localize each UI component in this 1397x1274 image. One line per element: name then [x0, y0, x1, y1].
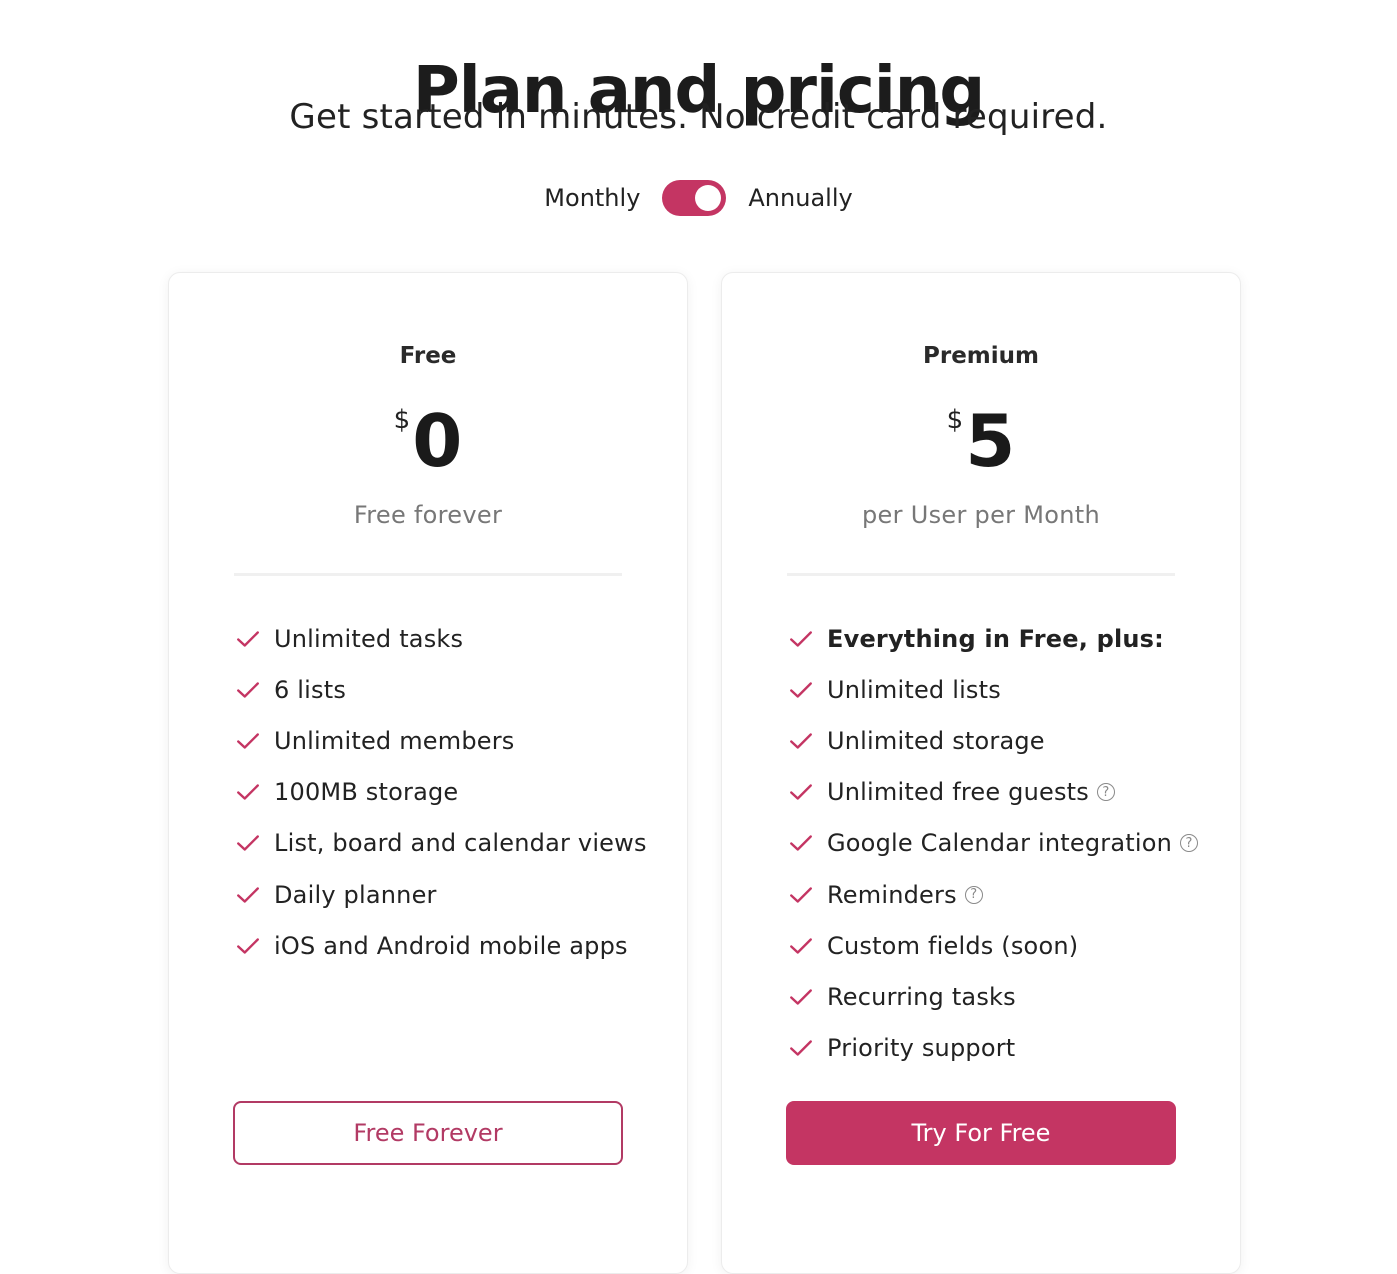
check-icon	[790, 938, 812, 954]
feature-text: Reminders	[827, 880, 957, 909]
check-icon	[790, 733, 812, 749]
feature-text: Unlimited members	[274, 726, 515, 755]
price-amount: 0	[412, 399, 463, 483]
check-icon	[237, 835, 259, 852]
feature-item: Recurring tasks	[788, 971, 1198, 1022]
check-icon	[237, 733, 259, 749]
feature-item: 6 lists	[235, 664, 647, 715]
feature-text: Unlimited tasks	[274, 624, 464, 653]
free-forever-button[interactable]: Free Forever	[233, 1101, 623, 1165]
billing-period-toggle[interactable]	[662, 180, 727, 216]
feature-item: Google Calendar integration?	[788, 818, 1199, 869]
check-icon	[790, 989, 812, 1005]
feature-item: iOS and Android mobile apps	[235, 920, 647, 971]
feature-item: Unlimited members	[235, 715, 647, 766]
feature-text: Custom fields (soon)	[827, 931, 1079, 960]
check-icon	[237, 886, 259, 903]
feature-text: 6 lists	[274, 675, 347, 704]
feature-list: Everything in Free, plus: Unlimited lists…	[788, 613, 1199, 1074]
feature-item: Daily planner	[235, 869, 647, 920]
feature-item: 100MB storage	[235, 767, 647, 818]
plan-card-premium: Premium $ 5 per User per Month Everythin…	[721, 272, 1241, 1274]
plan-price: $ 5	[722, 393, 1240, 489]
check-icon	[790, 1040, 812, 1056]
feature-item: Unlimited lists	[788, 664, 1198, 715]
feature-item: Unlimited free guests?	[788, 767, 1198, 818]
check-icon	[237, 938, 259, 954]
check-icon	[237, 682, 259, 698]
feature-text: Unlimited free guests	[827, 778, 1089, 807]
check-icon	[237, 784, 259, 800]
monthly-label[interactable]: Monthly	[544, 178, 640, 218]
feature-text: List, board and calendar views	[274, 829, 647, 858]
divider	[234, 573, 622, 576]
price-period: per User per Month	[862, 501, 1100, 529]
help-circle-icon[interactable]: ?	[964, 885, 983, 904]
feature-list: Unlimited tasks 6 lists Unlimited members 1…	[235, 613, 647, 971]
divider	[787, 573, 1175, 576]
price-amount: 5	[965, 399, 1016, 483]
billing-period-toggle-group: Monthly Annually	[0, 178, 1397, 218]
feature-item: List, board and calendar views	[235, 818, 647, 869]
feature-text: 100MB storage	[274, 778, 459, 807]
currency-symbol: $	[393, 405, 411, 435]
feature-text: Everything in Free, plus:	[827, 624, 1164, 653]
check-icon	[790, 630, 812, 647]
feature-item: Everything in Free, plus:	[788, 613, 1198, 664]
feature-text: Unlimited storage	[827, 726, 1045, 755]
feature-text: Unlimited lists	[827, 675, 1001, 704]
check-icon	[790, 682, 812, 698]
feature-item: Unlimited tasks	[235, 613, 647, 664]
price-period: Free forever	[353, 501, 503, 529]
help-circle-icon[interactable]: ?	[1180, 834, 1199, 853]
check-icon	[790, 784, 812, 800]
annually-label[interactable]: Annually	[748, 178, 852, 218]
feature-text: Google Calendar integration	[827, 829, 1173, 858]
help-circle-icon[interactable]: ?	[1096, 783, 1115, 802]
feature-text: Daily planner	[274, 880, 437, 909]
plan-name: Free	[399, 343, 457, 369]
feature-text: iOS and Android mobile apps	[274, 931, 628, 960]
plan-name: Premium	[923, 343, 1039, 369]
check-icon	[237, 630, 259, 647]
plan-price: $ 0	[169, 393, 687, 489]
feature-item: Reminders?	[788, 869, 1198, 920]
check-icon	[790, 835, 812, 852]
feature-text: Priority support	[827, 1034, 1016, 1063]
try-for-free-button[interactable]: Try For Free	[786, 1101, 1176, 1165]
toggle-knob	[695, 185, 722, 211]
currency-symbol: $	[946, 405, 964, 435]
feature-text: Recurring tasks	[827, 982, 1016, 1011]
feature-item: Unlimited storage	[788, 715, 1198, 766]
feature-item: Custom fields (soon)	[788, 920, 1198, 971]
check-icon	[790, 886, 812, 903]
plan-card-free: Free $ 0 Free forever Unlimited tasks 6 l…	[168, 272, 688, 1274]
feature-item: Priority support	[788, 1023, 1198, 1074]
page-subtitle: Get started in minutes. No credit card r…	[289, 97, 1108, 137]
